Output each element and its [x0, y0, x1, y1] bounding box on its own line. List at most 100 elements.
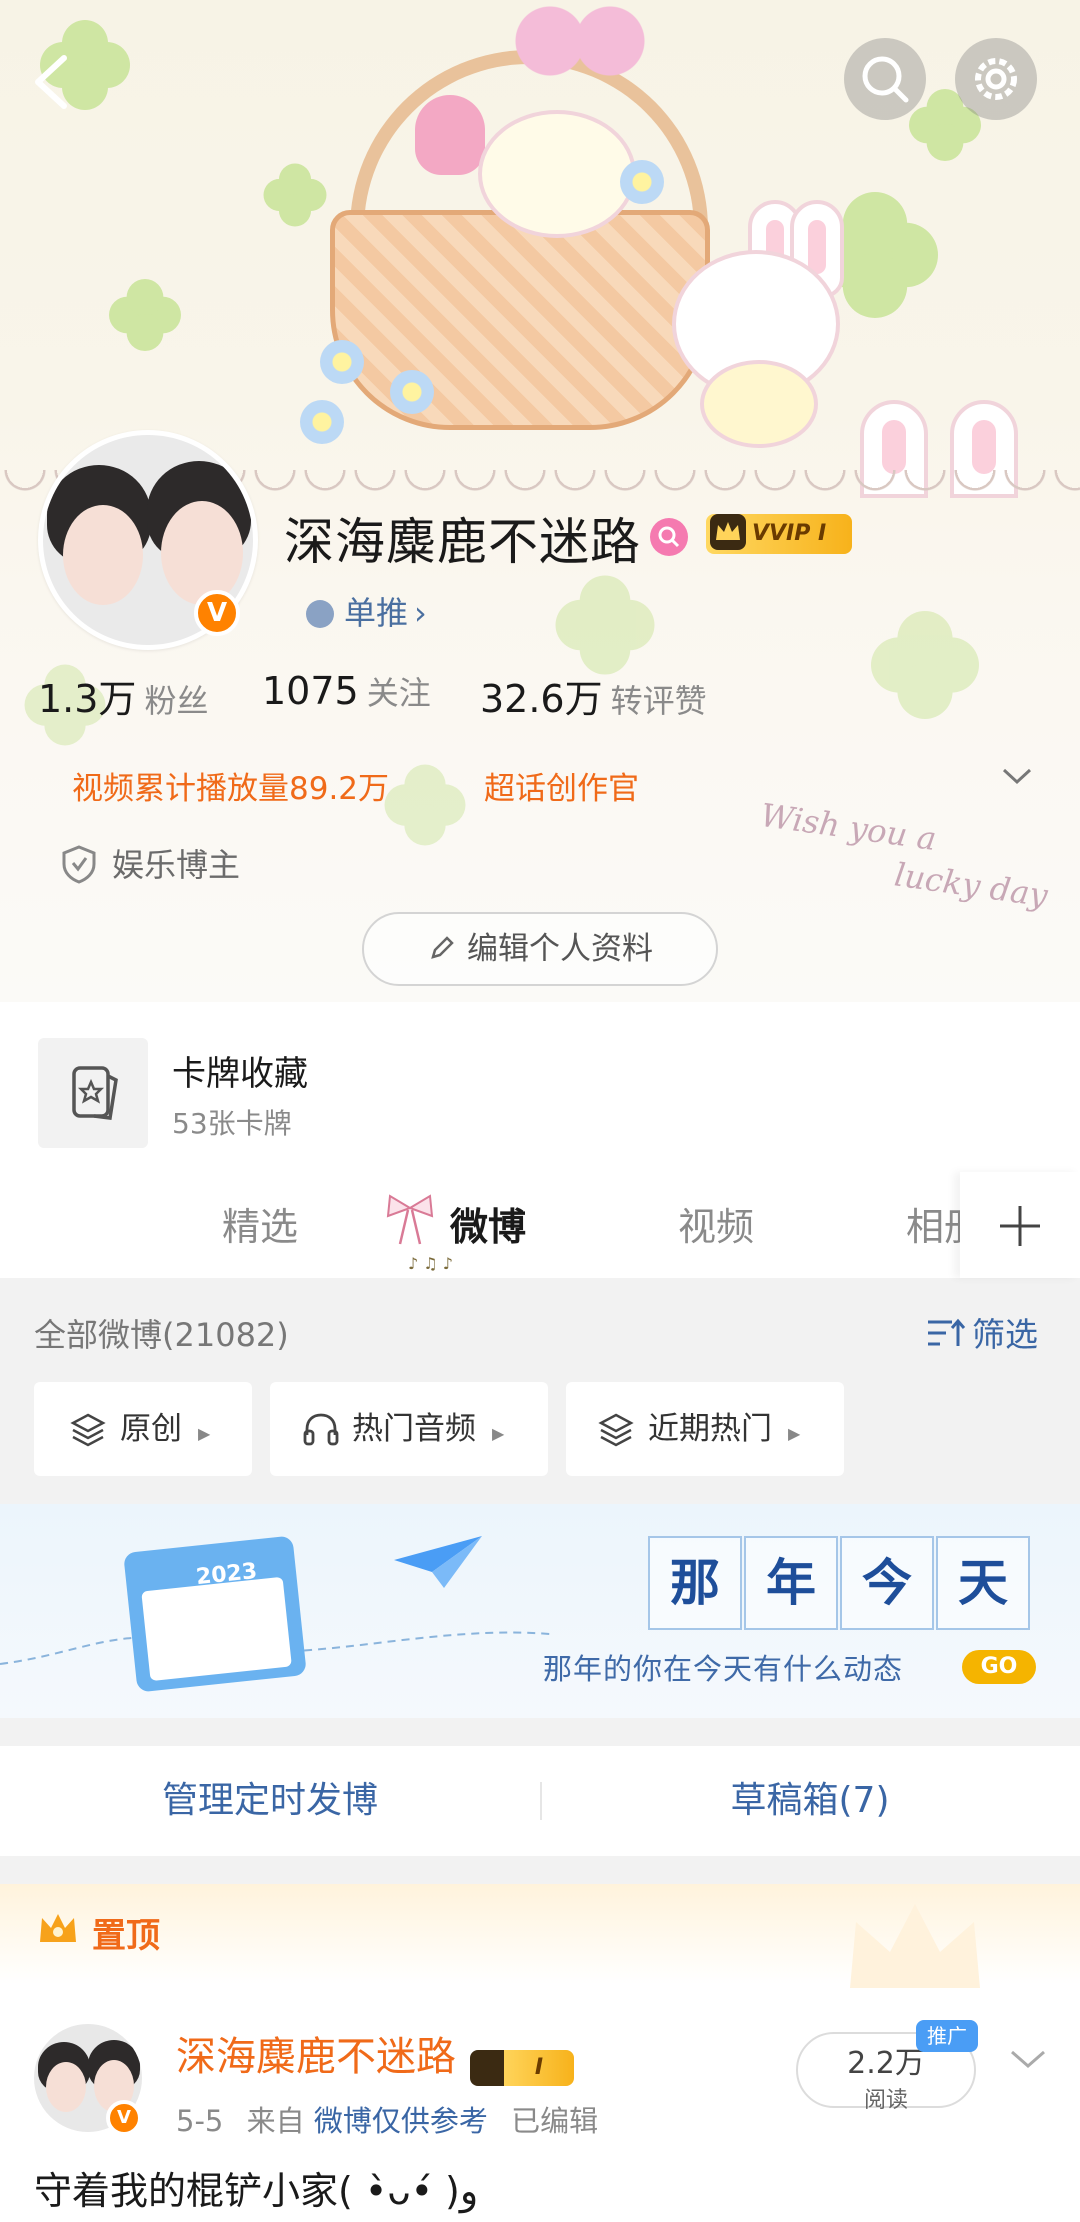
chevron-left-icon	[35, 55, 67, 109]
triangle-right-icon: ▶	[788, 1424, 801, 1443]
add-tab-button[interactable]	[960, 1172, 1080, 1278]
plus-icon	[1000, 1206, 1040, 1246]
edit-profile-button[interactable]: 编辑个人资料	[362, 912, 718, 986]
ribbon-bow-decoration	[505, 6, 655, 76]
flower-decoration	[300, 400, 344, 444]
post-meta: 5-5 来自 微博仅供参考 已编辑	[176, 2098, 598, 2140]
banner-script-text: lucky day	[892, 855, 1050, 915]
followers-count: 1.3万	[38, 677, 137, 721]
following-count: 1075	[262, 669, 359, 713]
headphones-icon	[303, 1413, 339, 1446]
following-stat[interactable]: 1075 关注	[262, 668, 431, 714]
card-collection-count: 53张卡牌	[172, 1107, 292, 1140]
card-collection-icon-box	[38, 1038, 148, 1148]
single-support-link[interactable]: 单推 ›	[306, 588, 427, 634]
expand-button[interactable]	[1000, 760, 1034, 794]
flower-decoration	[390, 370, 434, 414]
banner-char: 年	[744, 1536, 838, 1630]
crown-icon	[708, 512, 748, 552]
post-edited-label: 已编辑	[511, 2104, 599, 2138]
clover-decoration	[384, 764, 466, 846]
avatar-photo-face	[46, 2062, 86, 2112]
video-plays-link[interactable]: 视频累计播放量89.2万	[72, 763, 389, 808]
promote-badge[interactable]: 推广	[916, 2020, 978, 2052]
basket-illustration	[330, 210, 710, 430]
search-icon	[862, 56, 909, 103]
edit-profile-label: 编辑个人资料	[467, 931, 653, 967]
all-posts-count: 全部微博(21082)	[34, 1316, 289, 1354]
tab-video[interactable]: 视频	[678, 1196, 754, 1251]
chip-recent-hot[interactable]: 近期热门 ▶	[566, 1382, 844, 1476]
vvip-badge-label: VVIP	[752, 521, 811, 546]
paper-plane-icon	[394, 1536, 482, 1588]
post-source-link[interactable]: 微博仅供参考	[314, 2104, 488, 2138]
layers-icon	[598, 1413, 634, 1447]
chip-original-label: 原创	[120, 1411, 182, 1447]
triangle-right-icon: ▶	[198, 1424, 211, 1443]
settings-button[interactable]	[955, 38, 1037, 120]
verified-badge: V	[106, 2100, 142, 2136]
post-menu-button[interactable]	[1008, 2044, 1048, 2078]
tab-weibo[interactable]: 微博	[450, 1196, 526, 1251]
back-button[interactable]	[28, 52, 78, 112]
bunny-body-decoration	[700, 360, 818, 448]
post-author-name[interactable]: 深海麋鹿不迷路 I	[176, 2024, 574, 2086]
hamster-illustration	[478, 110, 636, 238]
female-symbol-icon	[658, 526, 680, 548]
crown-watermark-icon	[850, 1904, 980, 1988]
likes-stat[interactable]: 32.6万 转评赞	[480, 668, 707, 723]
vvip-level: I	[818, 521, 827, 546]
likes-label: 转评赞	[610, 682, 707, 720]
filter-button[interactable]: 筛选	[926, 1308, 1038, 1356]
banner-char: 今	[840, 1536, 934, 1630]
on-this-day-banner[interactable]: 2023 那 年 今 天 那年的你在今天有什么动态 GO	[0, 1504, 1080, 1718]
post-date: 5-5	[176, 2104, 224, 2138]
post-from-prefix: 来自	[246, 2104, 305, 2138]
profile-header: Wish you a lucky day V 深海麋鹿不迷路 VVIP I 单推…	[0, 0, 1080, 1002]
flower-decoration	[620, 160, 664, 204]
clover-decoration	[871, 611, 979, 719]
banner-script-text: Wish you a	[758, 795, 939, 859]
music-notes-decoration: ♪ ♫ ♪	[408, 1254, 453, 1273]
clover-decoration	[555, 575, 655, 675]
ribbon-bow-icon	[382, 1188, 438, 1248]
followers-stat[interactable]: 1.3万 粉丝	[38, 668, 208, 723]
single-support-label: 单推	[344, 594, 409, 632]
triangle-right-icon: ▶	[492, 1424, 505, 1443]
tab-featured[interactable]: 精选	[222, 1196, 298, 1251]
category-tag-label: 娱乐博主	[112, 846, 241, 884]
chip-original[interactable]: 原创 ▶	[34, 1382, 252, 1476]
search-button[interactable]	[844, 38, 926, 120]
clover-decoration	[109, 279, 181, 351]
gender-icon	[650, 518, 688, 556]
pinned-label: 置顶	[92, 1916, 160, 1956]
chip-hot-audio[interactable]: 热门音频 ▶	[270, 1382, 548, 1476]
scheduled-posts-button[interactable]: 管理定时发博	[0, 1746, 540, 1856]
filter-label: 筛选	[972, 1315, 1038, 1354]
vip-level: I	[534, 2055, 544, 2080]
filter-icon	[928, 1318, 966, 1346]
flower-decoration	[320, 340, 364, 384]
go-button[interactable]: GO	[962, 1650, 1036, 1684]
drafts-button[interactable]: 草稿箱(7)	[540, 1746, 1080, 1856]
likes-count: 32.6万	[480, 677, 603, 721]
banner-subtitle: 那年的你在今天有什么动态	[543, 1652, 904, 1686]
vip-badge: I	[470, 2050, 574, 2086]
gear-icon	[975, 58, 1017, 100]
card-collection-section[interactable]: 卡牌收藏 53张卡牌	[0, 1002, 1080, 1172]
banner-char: 天	[936, 1536, 1030, 1630]
card-collection-title: 卡牌收藏	[172, 1054, 308, 1094]
chevron-down-icon	[1002, 768, 1032, 785]
post-author-name-text: 深海麋鹿不迷路	[176, 2034, 456, 2080]
read-label: 阅读	[863, 2088, 908, 2113]
super-topic-creator-link[interactable]: 超话创作官	[484, 763, 639, 808]
pencil-icon	[431, 936, 454, 959]
verified-badge: V	[194, 590, 240, 636]
clover-decoration	[263, 163, 327, 227]
layers-icon	[70, 1413, 106, 1447]
category-tag[interactable]: 娱乐博主	[60, 840, 240, 886]
post-actions-bar: 管理定时发博 草稿箱(7)	[0, 1746, 1080, 1856]
chip-recent-hot-label: 近期热门	[648, 1411, 772, 1447]
pinned-post[interactable]: 置顶 V 深海麋鹿不迷路 I 5-5 来自 微博仅供参考 已编辑 2.2万 阅读 …	[0, 1884, 1080, 2222]
following-label: 关注	[366, 674, 431, 712]
